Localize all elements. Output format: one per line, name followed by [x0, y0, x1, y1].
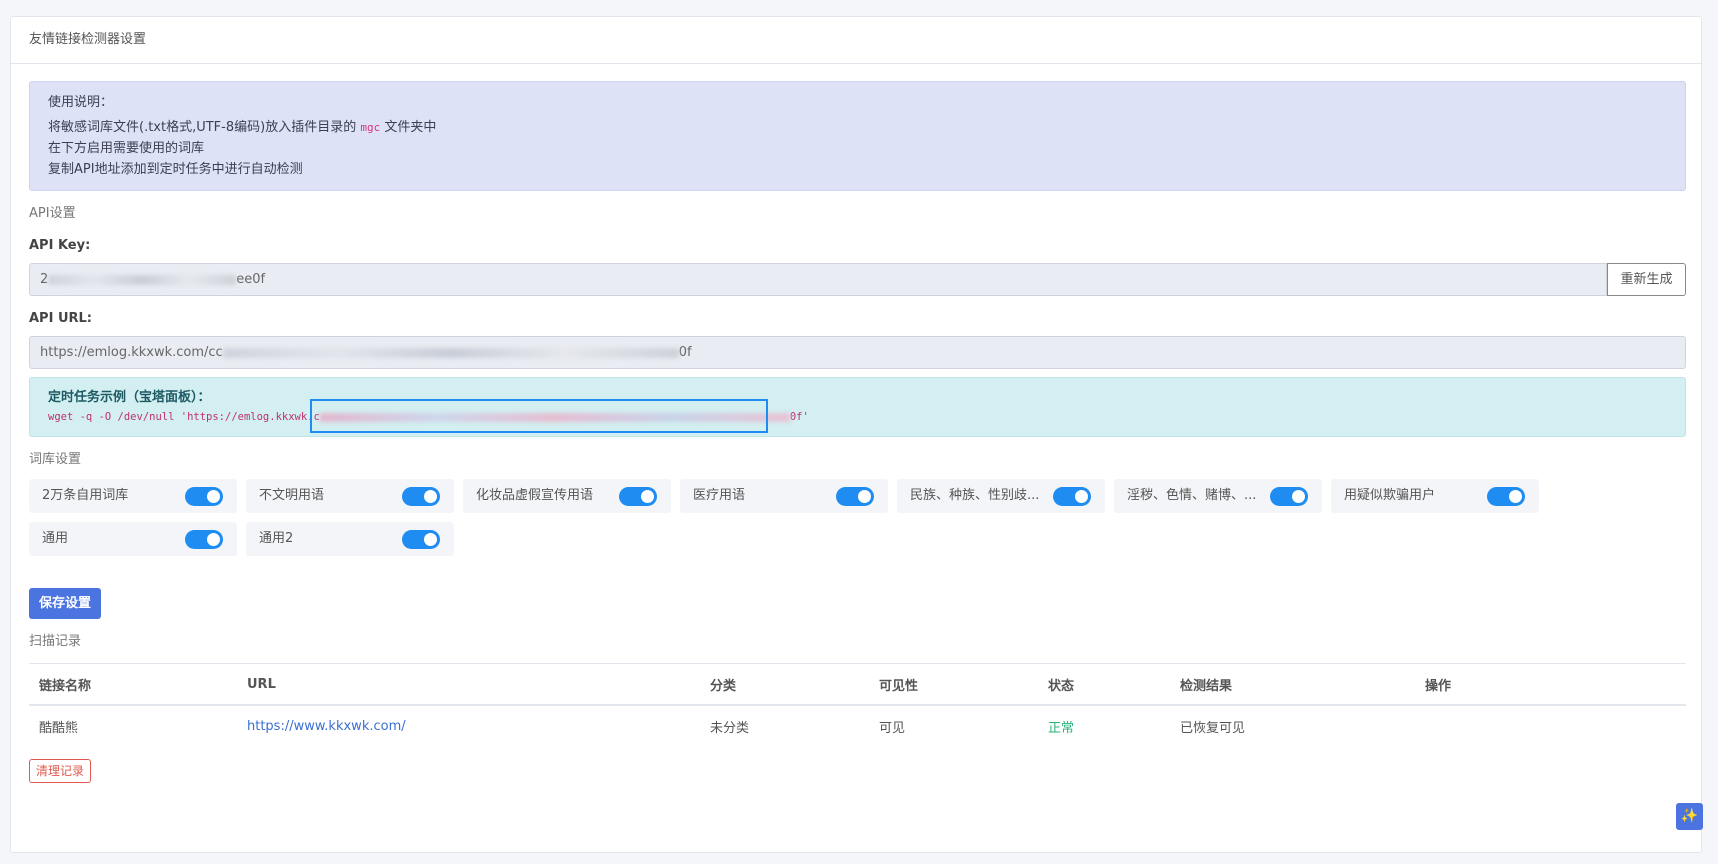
- dict-toggle-switch[interactable]: [185, 530, 223, 549]
- api-section-label: API设置: [29, 206, 76, 221]
- api-url-label: API URL:: [29, 311, 93, 326]
- api-key-label: API Key:: [29, 238, 91, 253]
- row-link-name: 酷酷熊: [39, 720, 79, 736]
- scan-table: 链接名称 URL 分类 可见性 状态 检测结果 操作 酷酷熊 https://w…: [29, 663, 1686, 746]
- dict-toggle-switch[interactable]: [402, 487, 440, 506]
- api-url-suffix: 0f: [678, 345, 692, 360]
- dict-toggle-label: 淫秽、色情、赌博、...: [1127, 488, 1257, 503]
- dict-toggle-label: 通用2: [259, 531, 294, 546]
- api-key-input[interactable]: 2 ee0f: [29, 263, 1607, 296]
- dict-toggle-switch[interactable]: [836, 487, 874, 506]
- api-url-group: https://emlog.kkxwk.com/cc 0f: [29, 336, 1686, 369]
- scan-section-label: 扫描记录: [29, 634, 82, 649]
- dict-toggle-switch[interactable]: [1053, 487, 1091, 506]
- col-link-name: 链接名称: [29, 663, 237, 706]
- row-action: [1415, 705, 1686, 746]
- floating-action-button[interactable]: ✨: [1676, 803, 1703, 830]
- api-url-prefix: https://emlog.kkxwk.com/cc: [40, 345, 223, 360]
- dict-toggle-switch[interactable]: [185, 487, 223, 506]
- cron-command-suffix: 0f': [789, 411, 809, 423]
- dict-toggle-item: 2万条自用词库: [29, 479, 237, 513]
- api-key-redacted: [48, 274, 237, 285]
- settings-content: 使用说明： 将敏感词库文件(.txt格式,UTF-8编码)放入插件目录的 mgc…: [29, 81, 1686, 783]
- dict-toggle-item: 化妆品虚假宣传用语: [463, 479, 671, 513]
- table-row: 酷酷熊 https://www.kkxwk.com/ 未分类 可见 正常 已恢复…: [29, 705, 1686, 746]
- table-header-row: 链接名称 URL 分类 可见性 状态 检测结果 操作: [29, 663, 1686, 706]
- col-category: 分类: [700, 663, 869, 706]
- save-settings-button[interactable]: 保存设置: [29, 588, 101, 619]
- settings-card: 友情链接检测器设置 使用说明： 将敏感词库文件(.txt格式,UTF-8编码)放…: [10, 16, 1702, 853]
- dict-toggle-switch[interactable]: [402, 530, 440, 549]
- api-url-redacted: [222, 347, 679, 358]
- dict-toggle-label: 通用: [42, 531, 69, 546]
- row-result: 已恢复可见: [1180, 720, 1246, 736]
- cron-title: 定时任务示例（宝塔面板）：: [48, 390, 211, 405]
- dict-toggle-item: 用疑似欺骗用户: [1331, 479, 1539, 513]
- usage-line-1-suffix: 文件夹中: [384, 120, 437, 135]
- col-result: 检测结果: [1170, 663, 1415, 706]
- card-title: 友情链接检测器设置: [11, 17, 1701, 64]
- dict-toggle-item: 通用: [29, 522, 237, 556]
- usage-title: 使用说明：: [48, 95, 114, 110]
- dict-toggle-switch[interactable]: [1487, 487, 1525, 506]
- col-visibility: 可见性: [869, 663, 1038, 706]
- usage-line-1: 将敏感词库文件(.txt格式,UTF-8编码)放入插件目录的 mgc 文件夹中: [48, 117, 1667, 138]
- usage-line-1-text: 将敏感词库文件(.txt格式,UTF-8编码)放入插件目录的: [48, 120, 357, 135]
- dict-toggle-label: 2万条自用词库: [42, 488, 129, 503]
- dict-toggle-item: 通用2: [246, 522, 454, 556]
- api-key-prefix: 2: [40, 272, 49, 287]
- mgc-code: mgc: [360, 121, 381, 134]
- dict-toggle-switch[interactable]: [1270, 487, 1308, 506]
- dict-toggle-item: 淫秽、色情、赌博、...: [1114, 479, 1322, 513]
- dict-toggle-grid: 2万条自用词库 不文明用语 化妆品虚假宣传用语 医疗用语 民族、种族、性别歧..…: [29, 479, 1686, 556]
- selection-highlight: [310, 399, 768, 433]
- row-status: 正常: [1048, 720, 1075, 736]
- api-key-group: 2 ee0f 重新生成: [29, 263, 1686, 296]
- usage-line-3: 复制API地址添加到定时任务中进行自动检测: [48, 162, 303, 177]
- regenerate-button[interactable]: 重新生成: [1607, 263, 1686, 296]
- dict-toggle-item: 医疗用语: [680, 479, 888, 513]
- usage-alert: 使用说明： 将敏感词库文件(.txt格式,UTF-8编码)放入插件目录的 mgc…: [29, 81, 1686, 191]
- dict-toggle-label: 用疑似欺骗用户: [1344, 488, 1436, 503]
- dict-toggle-label: 不文明用语: [259, 488, 325, 503]
- dict-toggle-label: 民族、种族、性别歧...: [910, 488, 1040, 503]
- row-visibility: 可见: [879, 720, 906, 736]
- col-action: 操作: [1415, 663, 1686, 706]
- dict-toggle-label: 医疗用语: [693, 488, 746, 503]
- dict-section-label: 词库设置: [29, 452, 82, 467]
- dict-toggle-item: 不文明用语: [246, 479, 454, 513]
- api-url-input[interactable]: https://emlog.kkxwk.com/cc 0f: [29, 336, 1686, 369]
- cron-alert: 定时任务示例（宝塔面板）： wget -q -O /dev/null 'http…: [29, 377, 1686, 437]
- dict-toggle-item: 民族、种族、性别歧...: [897, 479, 1105, 513]
- dict-toggle-switch[interactable]: [619, 487, 657, 506]
- api-key-suffix: ee0f: [236, 272, 266, 287]
- row-url-link[interactable]: https://www.kkxwk.com/: [237, 705, 700, 746]
- sparkle-icon: ✨: [1680, 808, 1699, 824]
- cron-command-prefix: wget -q -O /dev/null 'https://emlog.kkxw…: [48, 411, 320, 423]
- row-category: 未分类: [710, 720, 750, 736]
- clear-records-button[interactable]: 清理记录: [29, 759, 92, 783]
- cron-command[interactable]: wget -q -O /dev/null 'https://emlog.kkxw…: [48, 411, 1667, 423]
- usage-line-2: 在下方启用需要使用的词库: [48, 141, 205, 156]
- dict-toggle-label: 化妆品虚假宣传用语: [476, 488, 594, 503]
- col-status: 状态: [1038, 663, 1170, 706]
- col-url: URL: [237, 663, 700, 706]
